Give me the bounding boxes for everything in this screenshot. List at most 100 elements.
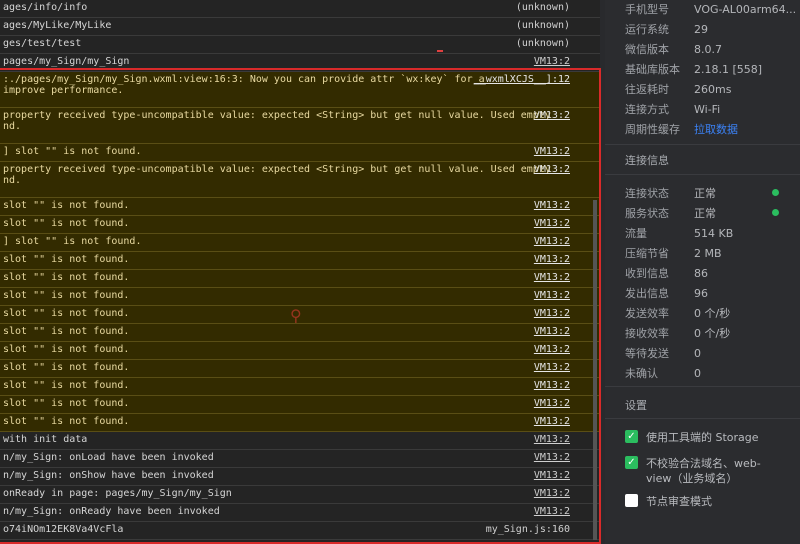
console-warning-row: slot "" is not found. VM13:2: [0, 360, 600, 378]
source-link[interactable]: VM13:2: [534, 308, 570, 319]
info-value: 正常: [694, 187, 716, 200]
setting-checkbox-row[interactable]: ✓ 不校验合法域名、web-view（业务域名）: [625, 456, 775, 486]
source-link[interactable]: VM13:2: [534, 200, 570, 211]
source-link[interactable]: VM13:2: [534, 362, 570, 373]
info-row: 运行系统 29: [625, 21, 708, 37]
console-warning-row: slot "" is not found. VM13:2: [0, 288, 600, 306]
log-message: ages/MyLike/MyLike: [3, 20, 112, 31]
log-message: slot "" is not found.: [3, 218, 130, 229]
source-link[interactable]: VM13:2: [534, 398, 570, 409]
source-link[interactable]: VM13:2: [534, 452, 570, 463]
console-warning-row: property received type-uncompatible valu…: [0, 162, 600, 198]
log-message: with init data: [3, 434, 88, 445]
source-link[interactable]: VM13:2: [534, 488, 570, 499]
console-log-row: onReady in page: pages/my_Sign/my_Sign VM…: [0, 486, 600, 504]
source-link[interactable]: VM13:2: [534, 290, 570, 301]
log-message: slot "" is not found.: [3, 308, 130, 319]
console-warning-row: ] slot "" is not found. VM13:2: [0, 234, 600, 252]
source-link: (unknown): [515, 2, 570, 13]
divider: [605, 386, 800, 387]
info-key: 流量: [625, 227, 647, 240]
console-log-row: ages/info/info (unknown): [0, 0, 600, 18]
fetch-data-link[interactable]: 拉取数据: [694, 123, 738, 136]
source-link[interactable]: VM13:2: [534, 164, 570, 175]
checkbox-unchecked-icon[interactable]: [625, 494, 638, 507]
console-log-row: with init data VM13:2: [0, 432, 600, 450]
info-row: 发出信息 96: [625, 285, 708, 301]
log-message: slot "" is not found.: [3, 398, 130, 409]
source-link[interactable]: VM13:2: [534, 416, 570, 427]
source-link[interactable]: __wxmlXCJS__]:12: [474, 74, 570, 85]
info-value: 正常: [694, 207, 716, 220]
info-value: 260ms: [694, 83, 732, 96]
log-message: n/my_Sign: onLoad have been invoked: [3, 452, 214, 463]
source-link[interactable]: VM13:2: [534, 254, 570, 265]
console-warning-row: slot "" is not found. VM13:2: [0, 414, 600, 432]
source-link[interactable]: VM13:2: [534, 434, 570, 445]
log-message: slot "" is not found.: [3, 416, 130, 427]
source-link[interactable]: VM13:2: [534, 146, 570, 157]
source-link[interactable]: VM13:2: [534, 236, 570, 247]
source-link[interactable]: VM13:2: [534, 380, 570, 391]
log-message: ] slot "" is not found.: [3, 236, 142, 247]
info-value: VOG-AL00arm64...: [694, 3, 797, 16]
info-row: 基础库版本 2.18.1 [558]: [625, 61, 762, 77]
info-key: 往返耗时: [625, 83, 669, 96]
log-message: slot "" is not found.: [3, 290, 130, 301]
remote-debug-info-panel: 手机型号 VOG-AL00arm64... 运行系统 29 微信版本 8.0.7 基础库版本…: [605, 0, 800, 544]
search-icon: ⚲: [290, 306, 302, 325]
info-row: 连接状态 正常: [625, 185, 716, 201]
source-link[interactable]: VM13:2: [534, 506, 570, 517]
source-link[interactable]: VM13:2: [534, 218, 570, 229]
setting-checkbox-row[interactable]: 节点审查模式: [625, 494, 775, 509]
log-message: slot "" is not found.: [3, 326, 130, 337]
section-title-settings: 设置: [625, 399, 647, 412]
log-message: slot "" is not found.: [3, 380, 130, 391]
log-message-continuation: improve performance.: [3, 85, 124, 96]
info-value: 8.0.7: [694, 43, 722, 56]
info-key: 发送效率: [625, 307, 669, 320]
console-log-row: pages/my_Sign/my_Sign VM13:2: [0, 54, 600, 72]
console-log-panel: ages/info/info (unknown) ages/MyLike/MyLik…: [0, 0, 600, 544]
checkbox-checked-icon[interactable]: ✓: [625, 456, 638, 469]
source-link[interactable]: VM13:2: [534, 56, 570, 67]
log-message: onReady in page: pages/my_Sign/my_Sign: [3, 488, 232, 499]
info-row: 接收效率 0 个/秒: [625, 325, 730, 341]
info-value: 86: [694, 267, 708, 280]
info-value: Wi-Fi: [694, 103, 721, 116]
console-warning-row: :./pages/my_Sign/my_Sign.wxml:view:16:3:…: [0, 72, 600, 108]
log-message: slot "" is not found.: [3, 272, 130, 283]
log-message: pages/my_Sign/my_Sign: [3, 56, 130, 67]
console-scrollbar[interactable]: [593, 200, 597, 540]
info-value: 29: [694, 23, 708, 36]
log-message-continuation: nd.: [3, 175, 22, 186]
info-key: 发出信息: [625, 287, 669, 300]
source-link[interactable]: VM13:2: [534, 326, 570, 337]
cursor-marker: [437, 50, 443, 52]
info-value: 0 个/秒: [694, 307, 731, 320]
checkbox-checked-icon[interactable]: ✓: [625, 430, 638, 443]
console-warning-row: slot "" is not found. VM13:2: [0, 216, 600, 234]
status-dot: [772, 209, 779, 216]
source-link[interactable]: VM13:2: [534, 272, 570, 283]
setting-checkbox-row[interactable]: ✓ 使用工具端的 Storage: [625, 430, 775, 445]
info-key: 压缩节省: [625, 247, 669, 260]
info-row: 等待发送 0: [625, 345, 701, 361]
info-key: 手机型号: [625, 3, 669, 16]
info-row: 手机型号 VOG-AL00arm64...: [625, 1, 796, 17]
info-key: 未确认: [625, 367, 658, 380]
source-link[interactable]: VM13:2: [534, 344, 570, 355]
info-row: 微信版本 8.0.7: [625, 41, 722, 57]
info-row: 收到信息 86: [625, 265, 708, 281]
info-value: 96: [694, 287, 708, 300]
console-log-row: ges/test/test (unknown): [0, 36, 600, 54]
log-message: slot "" is not found.: [3, 254, 130, 265]
info-row: 发送效率 0 个/秒: [625, 305, 730, 321]
section-title-connection: 连接信息: [625, 154, 669, 167]
info-value: 2.18.1 [558]: [694, 63, 763, 76]
source-link[interactable]: VM13:2: [534, 110, 570, 121]
console-warning-row: property received type-uncompatible valu…: [0, 108, 600, 144]
log-message: n/my_Sign: onReady have been invoked: [3, 506, 220, 517]
source-link[interactable]: VM13:2: [534, 470, 570, 481]
log-message: property received type-uncompatible valu…: [3, 164, 551, 175]
